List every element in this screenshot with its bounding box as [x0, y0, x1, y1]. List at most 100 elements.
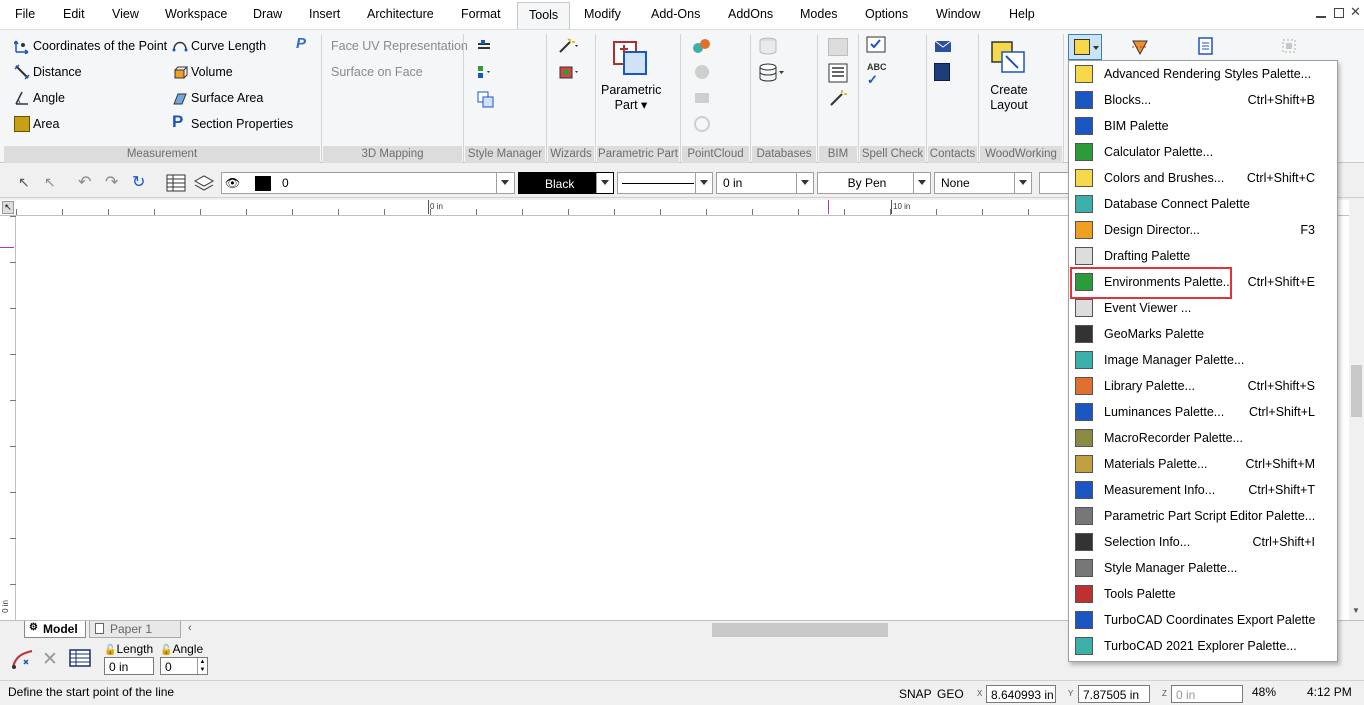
vertical-scroll-thumb[interactable] — [1351, 365, 1362, 417]
x-coordinate-field[interactable]: 8.640993 in — [986, 685, 1056, 703]
wand-icon[interactable] — [558, 38, 580, 54]
fill-combo[interactable]: None — [934, 172, 1032, 194]
menu-format[interactable]: Format — [461, 7, 501, 21]
menu-help[interactable]: Help — [1009, 7, 1035, 21]
palette-item-colors-and-brushes[interactable]: Colors and Brushes... Ctrl+Shift+C — [1069, 165, 1337, 191]
style-manager-icon[interactable] — [476, 38, 492, 54]
redo-icon[interactable]: ↷ — [105, 172, 118, 192]
database-icon[interactable] — [758, 62, 786, 84]
layers-stack-icon[interactable] — [193, 173, 215, 193]
ruler-origin-icon[interactable]: ↖ — [2, 201, 14, 214]
horizontal-scrollbar[interactable] — [200, 623, 1068, 637]
style-copy-icon[interactable] — [476, 90, 496, 110]
zoom-level[interactable]: 48% — [1252, 685, 1276, 699]
palette-item-style-manager-palette[interactable]: Style Manager Palette... — [1069, 555, 1337, 581]
edit-arrow-icon[interactable]: ↖ — [44, 174, 56, 191]
palette-item-database-connect-palette[interactable]: Database Connect Palette — [1069, 191, 1337, 217]
render-icon[interactable] — [1130, 37, 1150, 57]
curve-length-button[interactable]: Curve Length — [191, 39, 266, 53]
menu-view[interactable]: View — [112, 7, 139, 21]
menu-tools[interactable]: Tools — [517, 2, 571, 30]
line-style-combo[interactable] — [617, 172, 713, 194]
scroll-left-icon[interactable]: ‹ — [188, 622, 192, 634]
menu-insert[interactable]: Insert — [309, 7, 340, 21]
menu-draw[interactable]: Draw — [253, 7, 282, 21]
menu-architecture[interactable]: Architecture — [367, 7, 434, 21]
undo-icon[interactable]: ↶ — [78, 172, 91, 192]
palette-item-tools-palette[interactable]: Tools Palette — [1069, 581, 1337, 607]
line-tool-icon[interactable] — [10, 647, 36, 671]
cancel-icon[interactable]: ✕ — [42, 648, 58, 671]
palette-item-blocks[interactable]: Blocks... Ctrl+Shift+B — [1069, 87, 1337, 113]
bim-list-icon[interactable] — [828, 63, 848, 83]
spellcheck-abc-icon[interactable]: ABC ✓ — [867, 62, 887, 88]
spellcheck-monitor-icon[interactable] — [866, 36, 886, 56]
angle-button[interactable]: Angle — [33, 91, 65, 105]
palette-item-drafting-palette[interactable]: Drafting Palette — [1069, 243, 1337, 269]
area-button[interactable]: Area — [33, 117, 59, 131]
geo-toggle[interactable]: GEO — [937, 687, 964, 701]
bim-wand-icon[interactable] — [828, 88, 848, 108]
palette-item-design-director[interactable]: Design Director... F3 — [1069, 217, 1337, 243]
palette-item-geomarks-palette[interactable]: GeoMarks Palette — [1069, 321, 1337, 347]
angle-field[interactable]: 0 ▲ ▼ — [160, 657, 208, 675]
menu-modify[interactable]: Modify — [584, 7, 621, 21]
menu-addons[interactable]: AddOns — [728, 7, 773, 21]
palette-item-turbocad-coordinates-export-palette[interactable]: TurboCAD Coordinates Export Palette — [1069, 607, 1337, 633]
tab-model[interactable]: ⚙ Model — [24, 621, 86, 638]
angle-spinner[interactable]: ▲ ▼ — [197, 658, 207, 674]
palette-item-parametric-part-script-editor-palette[interactable]: Parametric Part Script Editor Palette... — [1069, 503, 1337, 529]
eye-icon[interactable]: 👁 — [225, 176, 240, 190]
palette-item-calculator-palette[interactable]: Calculator Palette... — [1069, 139, 1337, 165]
z-coordinate-field[interactable]: 0 in — [1171, 685, 1243, 703]
palette-item-measurement-info[interactable]: Measurement Info... Ctrl+Shift+T — [1069, 477, 1337, 503]
pointcloud-icon[interactable] — [692, 36, 712, 56]
palette-item-materials-palette[interactable]: Materials Palette... Ctrl+Shift+M — [1069, 451, 1337, 477]
style-grid-icon[interactable] — [476, 64, 492, 80]
palette-item-selection-info[interactable]: Selection Info... Ctrl+Shift+I — [1069, 529, 1337, 555]
distance-button[interactable]: Distance — [33, 65, 82, 79]
horizontal-scroll-thumb[interactable] — [712, 623, 888, 637]
menu-workspace[interactable]: Workspace — [165, 7, 227, 21]
select-arrow-icon[interactable]: ↖ — [18, 174, 30, 191]
color-combo[interactable]: Black — [518, 172, 614, 194]
face-uv-button[interactable]: Face UV Representation — [331, 39, 468, 53]
menu-options[interactable]: Options — [865, 7, 908, 21]
coordinates-button[interactable]: Coordinates of the Point — [33, 39, 167, 53]
palette-item-turbocad-2021-explorer-palette[interactable]: TurboCAD 2021 Explorer Palette... — [1069, 633, 1337, 659]
wizard-image-icon[interactable] — [558, 64, 580, 80]
layer-combo[interactable]: 👁 0 — [221, 172, 497, 194]
palette-item-advanced-rendering-styles-palette[interactable]: Advanced Rendering Styles Palette... — [1069, 61, 1337, 87]
restore-icon[interactable] — [1334, 8, 1344, 18]
vertical-scrollbar[interactable]: ▼ — [1349, 200, 1364, 620]
menu-window[interactable]: Window — [936, 7, 980, 21]
section-properties-button[interactable]: Section Properties — [191, 117, 293, 131]
close-icon[interactable]: ✕ — [1350, 4, 1361, 20]
surface-area-button[interactable]: Surface Area — [191, 91, 263, 105]
palette-item-macrorecorder-palette[interactable]: MacroRecorder Palette... — [1069, 425, 1337, 451]
line-width-combo[interactable]: 0 in — [716, 172, 814, 194]
menu-file[interactable]: File — [15, 7, 35, 21]
layer-table-icon[interactable] — [166, 173, 186, 193]
palettes-dropdown-button[interactable] — [1068, 34, 1102, 60]
palette-item-library-palette[interactable]: Library Palette... Ctrl+Shift+S — [1069, 373, 1337, 399]
palette-item-bim-palette[interactable]: BIM Palette — [1069, 113, 1337, 139]
scroll-down-icon[interactable]: ▼ — [1352, 606, 1360, 615]
minimize-icon[interactable] — [1316, 8, 1326, 18]
menu-add-ons[interactable]: Add-Ons — [651, 7, 700, 21]
layer-dropdown-button[interactable] — [497, 172, 515, 194]
pen-combo[interactable]: By Pen — [817, 172, 931, 194]
snap-toggle[interactable]: SNAP — [899, 687, 932, 701]
palette-item-image-manager-palette[interactable]: Image Manager Palette... — [1069, 347, 1337, 373]
refresh-icon[interactable]: ↻ — [132, 172, 145, 192]
menu-edit[interactable]: Edit — [63, 7, 85, 21]
document-icon[interactable] — [1197, 37, 1215, 55]
inspector-table-icon[interactable] — [69, 648, 91, 668]
create-layout-button[interactable]: Create Layout — [984, 83, 1034, 113]
tab-paper-1[interactable]: Paper 1 — [89, 621, 181, 638]
surface-on-face-button[interactable]: Surface on Face — [331, 65, 423, 79]
contacts-mail-icon[interactable] — [934, 38, 952, 54]
parametric-part-button[interactable]: Parametric Part ▾ — [601, 83, 661, 113]
volume-button[interactable]: Volume — [191, 65, 233, 79]
contacts-book-icon[interactable] — [934, 63, 950, 81]
